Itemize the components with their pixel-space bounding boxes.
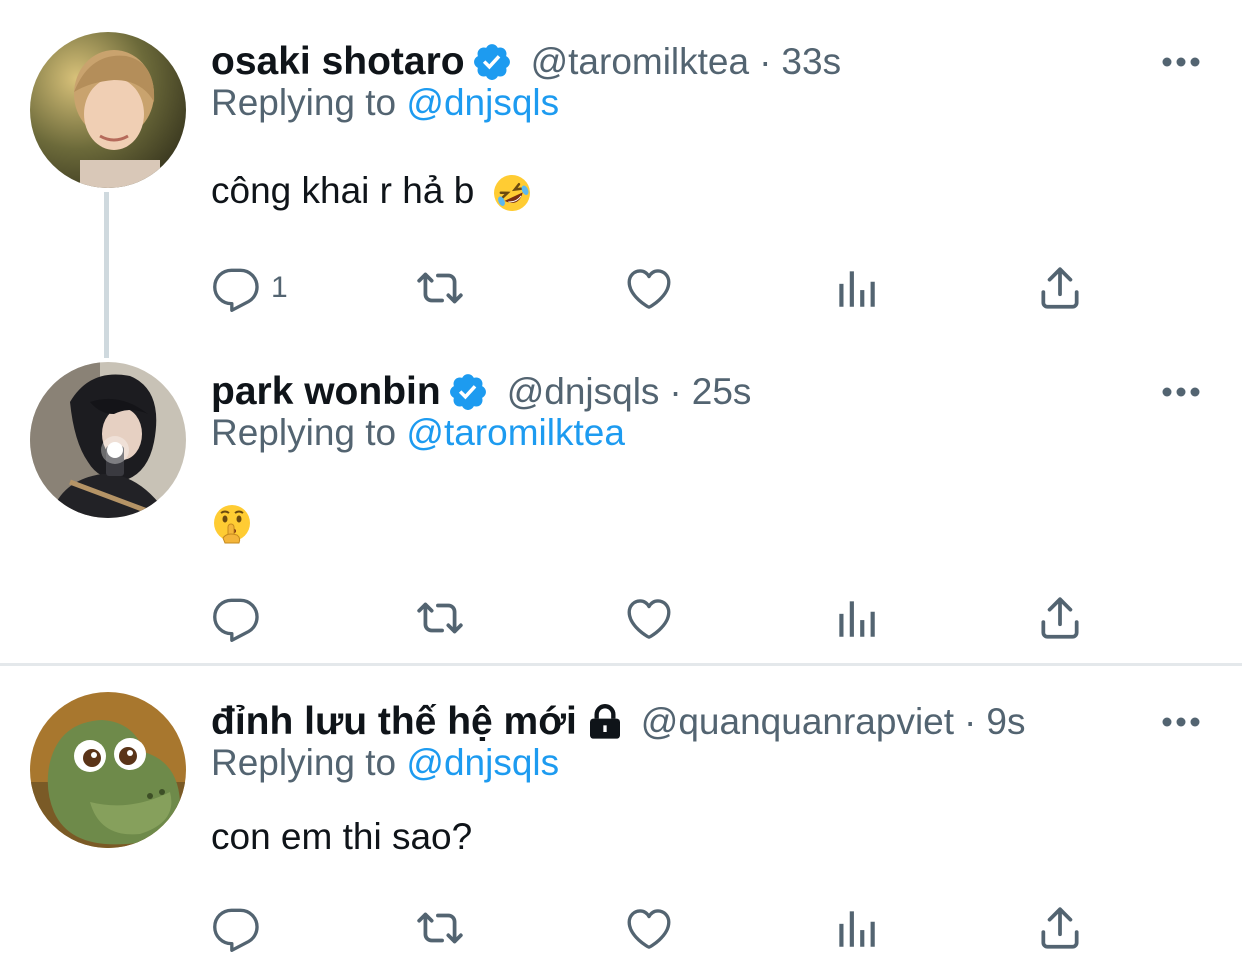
tweet-actions — [211, 900, 1111, 956]
share-button[interactable] — [1035, 260, 1085, 316]
rolling-laughing-emoji — [493, 175, 530, 212]
views-icon — [839, 271, 875, 307]
verified-icon — [449, 374, 486, 410]
timestamp[interactable]: 9s — [986, 701, 1025, 743]
author-name[interactable]: osaki shotaro — [211, 40, 465, 84]
timestamp[interactable]: 25s — [692, 371, 752, 413]
more-icon[interactable] — [1160, 704, 1202, 740]
more-icon[interactable] — [1160, 374, 1202, 410]
author-name[interactable]: đỉnh lưu thế hệ mới — [211, 700, 577, 744]
lock-icon — [589, 704, 620, 739]
share-button[interactable] — [1035, 900, 1085, 956]
author-handle[interactable]: @taromilktea — [531, 41, 750, 83]
reply-button[interactable] — [211, 590, 261, 646]
tweet-2[interactable]: park wonbin @dnjsqls · 25s Replying to @… — [0, 362, 1242, 662]
like-button[interactable] — [624, 590, 674, 646]
retweet-icon — [417, 272, 463, 304]
views-button[interactable] — [831, 900, 881, 956]
views-button[interactable] — [831, 260, 881, 316]
reply-count: 1 — [271, 271, 288, 304]
tweet-actions — [211, 590, 1111, 646]
author-handle[interactable]: @dnjsqls — [507, 371, 660, 413]
share-icon — [1041, 267, 1079, 309]
like-icon — [627, 599, 671, 639]
tweet-1[interactable]: osaki shotaro @taromilktea · 33s Replyin… — [0, 32, 1242, 332]
timestamp[interactable]: 33s — [781, 41, 841, 83]
tweet-text-content: con em thi sao? — [211, 816, 473, 857]
views-button[interactable] — [831, 590, 881, 646]
retweet-button[interactable] — [415, 590, 465, 646]
reply-icon — [213, 598, 259, 642]
separator-dot: · — [669, 371, 682, 412]
replying-to-label: Replying to — [211, 82, 397, 123]
retweet-icon — [417, 602, 463, 634]
replying-to-label: Replying to — [211, 412, 397, 453]
replying-to-mention[interactable]: @dnjsqls — [406, 82, 559, 123]
reply-button[interactable] — [211, 900, 261, 956]
retweet-button[interactable] — [415, 900, 465, 956]
share-button[interactable] — [1035, 590, 1085, 646]
replying-to: Replying to @dnjsqls — [211, 742, 559, 784]
reply-icon — [213, 908, 259, 952]
views-icon — [839, 911, 875, 947]
verified-icon — [473, 44, 510, 80]
tweet-text-content: công khai r hả b — [211, 170, 475, 211]
views-icon — [839, 601, 875, 637]
like-button[interactable] — [624, 260, 674, 316]
separator-dot: · — [964, 701, 977, 742]
avatar[interactable] — [30, 362, 186, 518]
replying-to-label: Replying to — [211, 742, 397, 783]
reply-icon — [213, 268, 259, 312]
tweet-text: con em thi sao? — [211, 816, 472, 858]
replying-to: Replying to @dnjsqls — [211, 82, 559, 124]
reply-button[interactable]: 1 — [211, 260, 288, 316]
like-button[interactable] — [624, 900, 674, 956]
replying-to: Replying to @taromilktea — [211, 412, 625, 454]
avatar[interactable] — [30, 32, 186, 188]
replying-to-mention[interactable]: @dnjsqls — [406, 742, 559, 783]
separator-dot: · — [759, 41, 772, 82]
avatar[interactable] — [30, 692, 186, 848]
author-handle[interactable]: @quanquanrapviet — [641, 701, 954, 743]
tweet-text — [211, 500, 253, 544]
thread-divider — [0, 663, 1242, 666]
replying-to-mention[interactable]: @taromilktea — [406, 412, 625, 453]
tweet-3[interactable]: đỉnh lưu thế hệ mới @quanquanrapviet · 9… — [0, 692, 1242, 977]
retweet-button[interactable] — [415, 260, 465, 316]
shushing-face-emoji — [214, 505, 250, 544]
share-icon — [1041, 907, 1079, 949]
like-icon — [627, 909, 671, 949]
tweet-text: công khai r hả b — [211, 170, 533, 214]
retweet-icon — [417, 912, 463, 944]
more-icon[interactable] — [1160, 44, 1202, 80]
like-icon — [627, 269, 671, 309]
author-name[interactable]: park wonbin — [211, 370, 441, 414]
share-icon — [1041, 597, 1079, 639]
tweet-actions: 1 — [211, 260, 1111, 316]
